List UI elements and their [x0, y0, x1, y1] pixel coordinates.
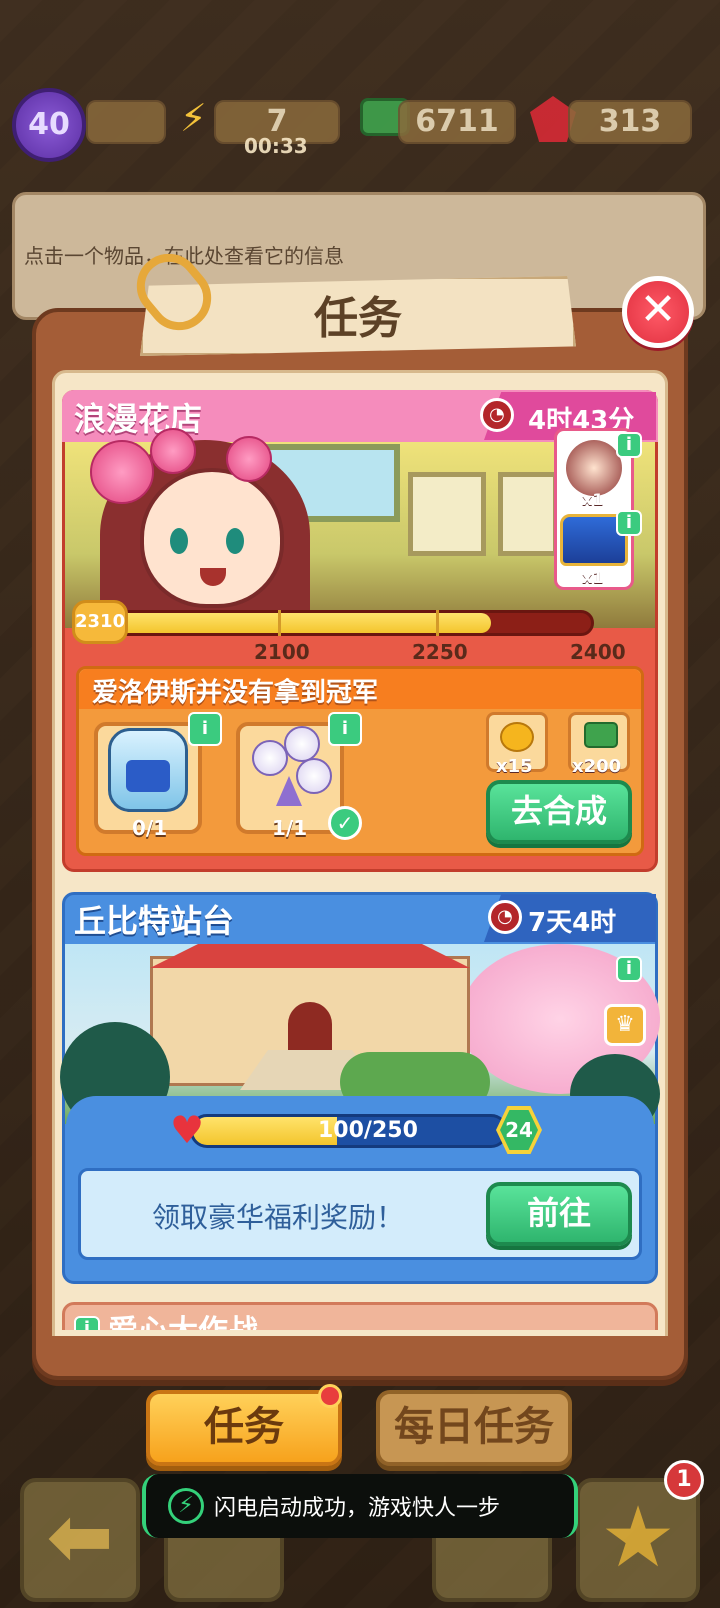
close-icon: ✕: [639, 284, 677, 335]
notification-dot: [318, 1384, 342, 1408]
info-icon[interactable]: i: [616, 510, 642, 536]
info-icon[interactable]: i: [328, 712, 362, 746]
character-eye: [170, 528, 188, 554]
timer-icon: ◔: [488, 900, 522, 934]
progress-tick-label: 2250: [412, 640, 468, 664]
info-icon[interactable]: i: [616, 432, 642, 458]
energy-timer: 00:33: [244, 134, 308, 158]
toast-text: 闪电启动成功，游戏快人一步: [214, 1496, 501, 1521]
trophy-icon[interactable]: ♛: [604, 1004, 646, 1046]
quest-title: 爱洛伊斯并没有拿到冠军: [92, 678, 379, 708]
tab-tasks[interactable]: 任务: [146, 1390, 342, 1466]
gems-value: 313: [598, 104, 662, 139]
gems-pill[interactable]: 313: [568, 100, 692, 144]
lightning-icon: ⚡: [168, 1488, 204, 1524]
complete-check-icon: ✓: [328, 806, 362, 840]
cash-value: 6711: [415, 104, 499, 139]
lightning-icon: ⚡: [180, 96, 207, 140]
xp-bar: [86, 100, 166, 144]
welfare-text: 领取豪华福利奖励！: [152, 1201, 405, 1234]
reward-count: x15: [496, 756, 533, 777]
reward-count: x1: [582, 568, 604, 587]
item-progress: 1/1: [272, 816, 308, 840]
gold-rose-icon: [500, 722, 534, 752]
wall-panel: [408, 472, 486, 556]
mansion-door: [288, 1002, 332, 1056]
heart-icon: ♥: [170, 1108, 205, 1152]
progress-current-badge: 2310: [72, 600, 128, 644]
star-badge: 1: [664, 1460, 704, 1500]
balloon-icon: [284, 726, 320, 762]
back-button[interactable]: ⬅: [20, 1478, 140, 1602]
progress-tick-label: 2400: [570, 640, 626, 664]
tab-daily-tasks[interactable]: 每日任务: [376, 1390, 572, 1466]
balloon-icon: [296, 758, 332, 794]
bottle-label: [126, 760, 170, 792]
shop-progress-fill: [91, 613, 491, 633]
tasks-dialog-footer: [32, 1336, 688, 1380]
rose-icon: [150, 428, 196, 474]
cash-stack-icon: [584, 722, 618, 748]
back-arrow-icon: ⬅: [46, 1490, 114, 1583]
close-button[interactable]: ✕: [622, 276, 694, 348]
timer-icon: ◔: [480, 398, 514, 432]
progress-tick: [436, 610, 439, 636]
reward-count: x1: [582, 490, 604, 509]
reward-count: x200: [572, 756, 622, 777]
rose-icon: [226, 436, 272, 482]
love-progress-fill: [193, 1117, 337, 1145]
character-face: [140, 468, 284, 608]
cupid-title: 丘比特站台: [74, 902, 235, 940]
item-progress: 0/1: [132, 816, 168, 840]
progress-tick-label: 2100: [254, 640, 310, 664]
love-progress-text: 100/250: [318, 1118, 418, 1143]
balloon-icon: [252, 740, 288, 776]
info-icon[interactable]: i: [616, 956, 642, 982]
mansion-roof: [150, 944, 470, 968]
go-button[interactable]: 前往: [486, 1182, 632, 1246]
cash-pill[interactable]: 6711: [398, 100, 516, 144]
rose-icon: [90, 440, 154, 504]
player-level-badge[interactable]: 40: [12, 88, 86, 162]
character-eye: [226, 528, 244, 554]
character-portrait-icon: [566, 440, 622, 496]
cupid-time-left: 7天4时: [528, 908, 617, 938]
wall-panel: [498, 472, 558, 556]
go-merge-button[interactable]: 去合成: [486, 780, 632, 844]
progress-tick: [278, 610, 281, 636]
info-icon[interactable]: i: [188, 712, 222, 746]
